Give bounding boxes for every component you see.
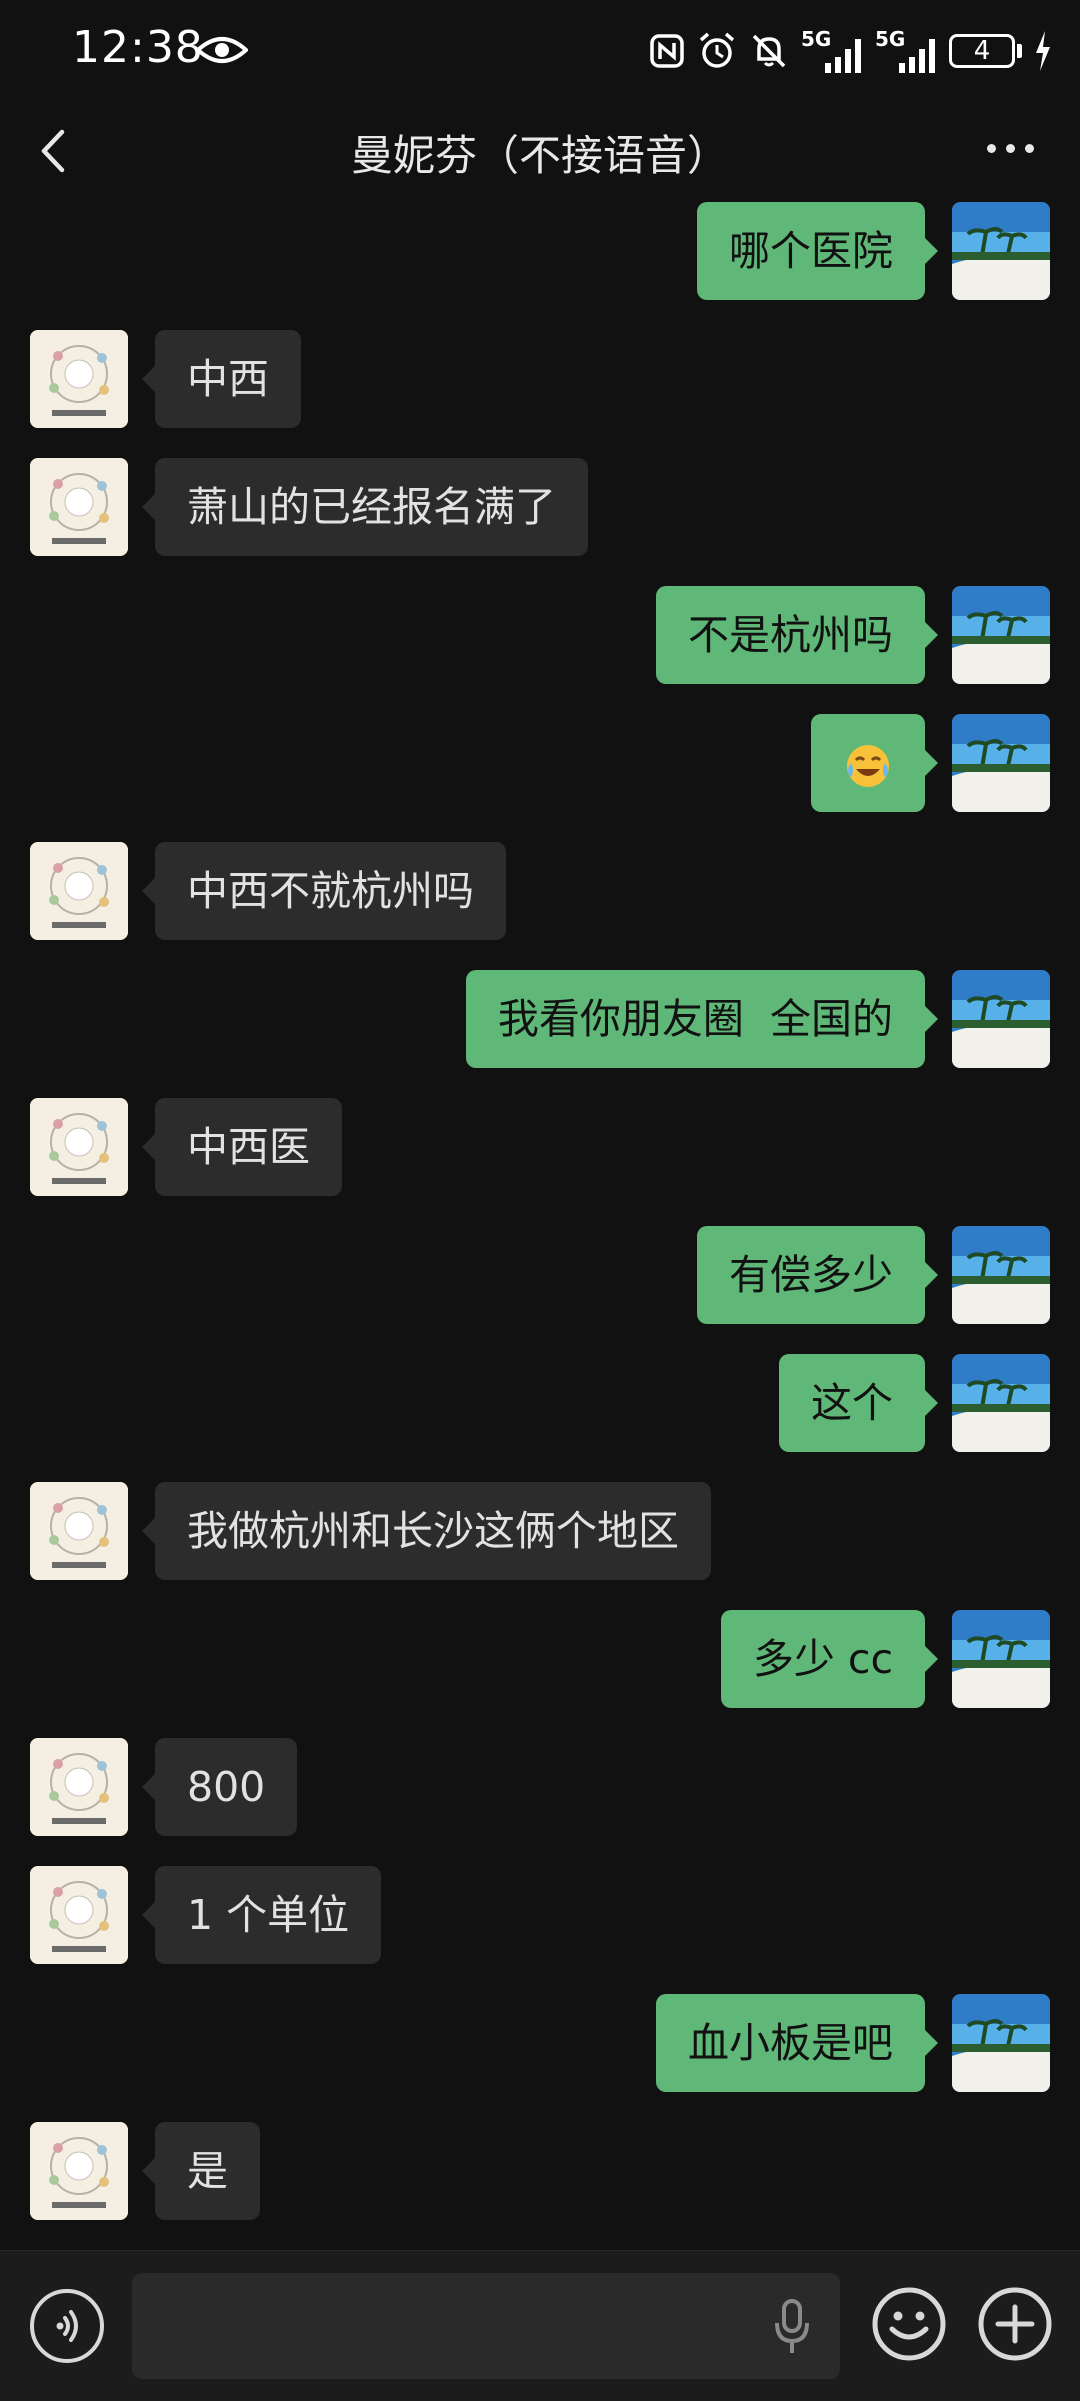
message-row: 是	[0, 2122, 1080, 2220]
voice-toggle-icon[interactable]	[30, 2289, 104, 2363]
message-bubble[interactable]: 我看你朋友圈 全国的	[465, 970, 939, 1068]
message-row: 我看你朋友圈 全国的	[0, 970, 1080, 1068]
emoji-icon[interactable]	[870, 2285, 948, 2363]
avatar-me[interactable]	[952, 1994, 1050, 2092]
message-bubble[interactable]: 这个	[779, 1354, 938, 1452]
avatar-me[interactable]	[952, 714, 1050, 812]
message-bubble[interactable]: 中西不就杭州吗	[142, 842, 506, 940]
message-row	[0, 714, 1080, 812]
chat-title[interactable]: 曼妮芬（不接语音）	[0, 122, 1080, 183]
message-row: 血小板是吧	[0, 1994, 1080, 2092]
nfc-icon	[650, 34, 684, 68]
avatar-me[interactable]	[952, 202, 1050, 300]
message-row: 有偿多少	[0, 1226, 1080, 1324]
battery-level: 4	[949, 34, 1015, 68]
message-bubble[interactable]: 800	[141, 1738, 298, 1836]
status-icons: 5G 5G 4	[649, 26, 1052, 76]
chat-header: 曼妮芬（不接语音）	[0, 100, 1080, 200]
status-bar: 12:38 5G 5G 4	[0, 0, 1080, 100]
message-row: 中西	[0, 330, 1080, 428]
signal-1: 5G	[801, 27, 863, 73]
signal-icon-2	[899, 39, 935, 73]
message-bubble[interactable]: 萧山的已经报名满了	[142, 458, 588, 556]
message-row: 哪个医院	[0, 202, 1080, 300]
message-bubble[interactable]: 中西	[142, 330, 301, 428]
signal-icon-1	[825, 39, 861, 73]
avatar-contact[interactable]	[30, 330, 128, 428]
avatar-me[interactable]	[952, 1354, 1050, 1452]
message-bubble[interactable]: 哪个医院	[697, 202, 938, 300]
charging-icon	[1036, 31, 1050, 71]
mute-bell-icon	[752, 34, 786, 68]
avatar-me[interactable]	[952, 1610, 1050, 1708]
avatar-contact[interactable]	[30, 1482, 128, 1580]
message-row: 不是杭州吗	[0, 586, 1080, 684]
message-row: 中西不就杭州吗	[0, 842, 1080, 940]
message-row: 我做杭州和长沙这俩个地区	[0, 1482, 1080, 1580]
battery-indicator: 4	[949, 34, 1022, 68]
more-dots-icon[interactable]	[987, 144, 1034, 153]
message-bubble[interactable]: 不是杭州吗	[656, 586, 938, 684]
input-bar	[0, 2250, 1080, 2401]
message-list[interactable]: 哪个医院 中西 萧山的已经报名满了 不是杭州吗 中西不就杭州吗 我看你朋友圈 全…	[0, 200, 1080, 2250]
message-bubble[interactable]: 中西医	[142, 1098, 342, 1196]
avatar-contact[interactable]	[30, 2122, 128, 2220]
avatar-contact[interactable]	[30, 458, 128, 556]
message-bubble[interactable]: 有偿多少	[697, 1226, 938, 1324]
message-input[interactable]	[132, 2273, 840, 2379]
avatar-contact[interactable]	[30, 842, 128, 940]
message-row: 这个	[0, 1354, 1080, 1452]
status-time: 12:38	[72, 22, 204, 73]
message-row: 1 个单位	[0, 1866, 1080, 1964]
signal-2: 5G	[875, 27, 937, 73]
message-row: 萧山的已经报名满了	[0, 458, 1080, 556]
message-bubble-emoji[interactable]	[811, 714, 938, 812]
message-bubble[interactable]: 我做杭州和长沙这俩个地区	[142, 1482, 711, 1580]
avatar-contact[interactable]	[30, 1866, 128, 1964]
avatar-me[interactable]	[952, 970, 1050, 1068]
message-row: 800	[0, 1738, 1080, 1836]
avatar-me[interactable]	[952, 586, 1050, 684]
alarm-icon	[699, 32, 735, 68]
plus-icon[interactable]	[976, 2285, 1054, 2363]
microphone-icon[interactable]	[772, 2299, 812, 2355]
message-row: 中西医	[0, 1098, 1080, 1196]
message-bubble[interactable]: 血小板是吧	[656, 1994, 938, 2092]
message-bubble[interactable]: 是	[142, 2122, 260, 2220]
message-bubble[interactable]: 1 个单位	[141, 1866, 382, 1964]
laughing-crying-emoji-icon	[847, 745, 889, 787]
eye-icon	[196, 37, 248, 63]
avatar-me[interactable]	[952, 1226, 1050, 1324]
avatar-contact[interactable]	[30, 1098, 128, 1196]
message-bubble[interactable]: 多少 cc	[720, 1610, 939, 1708]
message-row: 多少 cc	[0, 1610, 1080, 1708]
avatar-contact[interactable]	[30, 1738, 128, 1836]
